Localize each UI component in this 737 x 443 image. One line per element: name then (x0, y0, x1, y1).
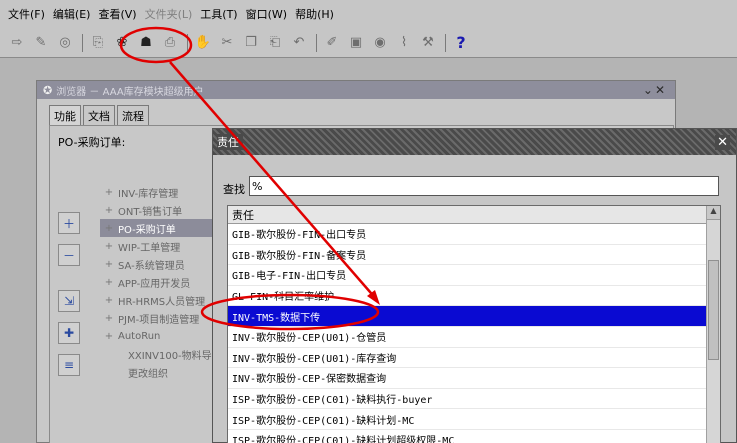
clip-icon[interactable]: ⌇ (393, 32, 415, 54)
expand-branch-button[interactable]: ⇲ (58, 290, 80, 312)
expand-marker: + (104, 330, 114, 342)
tree-item-label: PJM-项目制造管理 (118, 314, 200, 326)
navigator-tabs: 功能 文档 流程 (49, 105, 151, 126)
toolbar-separator (187, 33, 188, 52)
expand-marker: + (104, 204, 114, 216)
refresh-icon[interactable]: ◎ (54, 32, 76, 54)
dialog-titlebar[interactable]: 责任 ✕ (213, 129, 736, 155)
menu-item-2[interactable]: 查看(V) (98, 6, 136, 22)
toolbar-separator (82, 33, 83, 52)
dialog-title: 责任 (217, 134, 243, 150)
folder-icon[interactable]: ▣ (345, 32, 367, 54)
menu-item-4[interactable]: 工具(T) (200, 6, 237, 22)
edit-icon[interactable]: ✐ (321, 32, 343, 54)
responsibility-dialog: 责任 ✕ 查找 责任 GIB-歌尔股份-FIN-出口专员GIB-歌尔股份-FIN… (212, 128, 737, 443)
list-item[interactable]: INV-歌尔股份-CEP(U01)-库存查询 (228, 348, 706, 369)
navigator-title: 浏览器 － AAA库存模块超级用户 (56, 86, 204, 98)
tree-item-label: INV-库存管理 (118, 188, 179, 200)
list-item[interactable]: ISP-歌尔股份-CEP(C01)-缺料计划超级权限-MC (228, 430, 706, 443)
print-icon[interactable]: ⎙ (159, 32, 181, 54)
menu-item-1[interactable]: 编辑(E) (53, 6, 91, 22)
copy-icon[interactable]: ❐ (240, 32, 262, 54)
cut-icon[interactable]: ✂ (216, 32, 238, 54)
list-scrollbar[interactable]: ▲ (706, 206, 720, 443)
menu-bar: 文件(F) 编辑(E) 查看(V) 文件夹(L) 工具(T) 窗口(W) 帮助(H) (0, 0, 737, 28)
tree-item-label: HR-HRMS人员管理 (118, 296, 206, 308)
attach-icon[interactable]: ⎘ (87, 32, 109, 54)
list-rows: GIB-歌尔股份-FIN-出口专员 GIB-歌尔股份-FIN-备案专员 GIB-电子… (228, 224, 720, 443)
tree-item-label: PO-采购订单 (118, 224, 176, 236)
expand-all-button[interactable]: ✚ (58, 322, 80, 344)
window-icon: ✪ (43, 83, 53, 97)
tab-1[interactable]: 文档 (83, 105, 115, 126)
window-controls[interactable]: ⌄✕ (643, 83, 667, 97)
hand-icon[interactable]: ✋ (192, 32, 214, 54)
find-input[interactable] (249, 176, 719, 196)
list-item[interactable]: INV-TMS-数据下传 (228, 306, 706, 327)
collapse-all-button[interactable]: ≡ (58, 354, 80, 376)
expand-marker: + (104, 312, 114, 324)
tree-item-label: APP-应用开发员 (118, 278, 191, 290)
list-item[interactable]: GL-FIN-科目汇率维护 (228, 286, 706, 307)
tree-item-label: WIP-工单管理 (118, 242, 181, 254)
help-icon[interactable]: ? (450, 32, 472, 54)
toolbar-separator (445, 33, 446, 52)
zoom-icon[interactable]: ❀ (111, 32, 133, 54)
list-item[interactable]: INV-歌尔股份-CEP-保密数据查询 (228, 368, 706, 389)
tab-0[interactable]: 功能 (49, 105, 81, 126)
globe-icon[interactable]: ◉ (369, 32, 391, 54)
list-item[interactable]: GIB-歌尔股份-FIN-出口专员 (228, 224, 706, 245)
collapse-button[interactable]: － (58, 244, 80, 266)
tab-2[interactable]: 流程 (117, 105, 149, 126)
open-icon[interactable]: ⇨ (6, 32, 28, 54)
column-header: 责任 (228, 206, 720, 224)
new-icon[interactable]: ✎ (30, 32, 52, 54)
find-label: 查找 (223, 183, 245, 196)
expand-marker: + (104, 276, 114, 288)
tree-buttons: ＋ － ⇲ ✚ ≡ (58, 212, 80, 386)
tool-icon[interactable]: ⚒ (417, 32, 439, 54)
pane-label: PO-采购订单: (58, 136, 126, 149)
list-item[interactable]: ISP-歌尔股份-CEP(C01)-缺料计划-MC (228, 409, 706, 430)
list-item[interactable]: INV-歌尔股份-CEP(U01)-仓管员 (228, 327, 706, 348)
navigator-icon[interactable]: ☗ (135, 32, 157, 54)
scroll-thumb[interactable] (708, 260, 719, 360)
tree-item-label: ONT-销售订单 (118, 206, 183, 218)
paste-icon[interactable]: ⎗ (264, 32, 286, 54)
navigator-titlebar[interactable]: ✪ 浏览器 － AAA库存模块超级用户 ⌄✕ (37, 81, 675, 99)
tree-item-label: AutoRun (118, 330, 161, 342)
responsibility-list: 责任 GIB-歌尔股份-FIN-出口专员 GIB-歌尔股份-FIN-备案专员 GIB… (227, 205, 721, 443)
close-icon[interactable]: ✕ (715, 134, 730, 150)
expand-marker: + (104, 222, 114, 234)
toolbar: ⇨ ✎ ◎ ⎘ ❀ ☗ ⎙ ✋ ✂ ❐ ⎗ ↶ ✐ ▣ ◉ ⌇ ⚒? (0, 28, 737, 58)
menu-item-0[interactable]: 文件(F) (8, 6, 45, 22)
expand-marker: + (104, 240, 114, 252)
expand-marker: + (104, 294, 114, 306)
list-item[interactable]: GIB-歌尔股份-FIN-备案专员 (228, 245, 706, 266)
list-item[interactable]: ISP-歌尔股份-CEP(C01)-缺料执行-buyer (228, 389, 706, 410)
tree-item-label: XXINV100-物料导 (128, 350, 212, 362)
expand-marker: + (104, 258, 114, 270)
undo-icon[interactable]: ↶ (288, 32, 310, 54)
oracle-forms-app: 文件(F) 编辑(E) 查看(V) 文件夹(L) 工具(T) 窗口(W) 帮助(H) ⇨ ✎ ◎… (0, 0, 737, 443)
tree-item-label: SA-系统管理员 (118, 260, 185, 272)
scroll-up-icon[interactable]: ▲ (707, 206, 720, 220)
tree-item-label: 更改组织 (128, 368, 168, 380)
menu-item-6[interactable]: 帮助(H) (295, 6, 334, 22)
menu-item-3[interactable]: 文件夹(L) (145, 6, 193, 22)
expand-marker: + (104, 186, 114, 198)
expand-button[interactable]: ＋ (58, 212, 80, 234)
list-item[interactable]: GIB-电子-FIN-出口专员 (228, 265, 706, 286)
toolbar-separator (316, 33, 317, 52)
menu-item-5[interactable]: 窗口(W) (246, 6, 287, 22)
